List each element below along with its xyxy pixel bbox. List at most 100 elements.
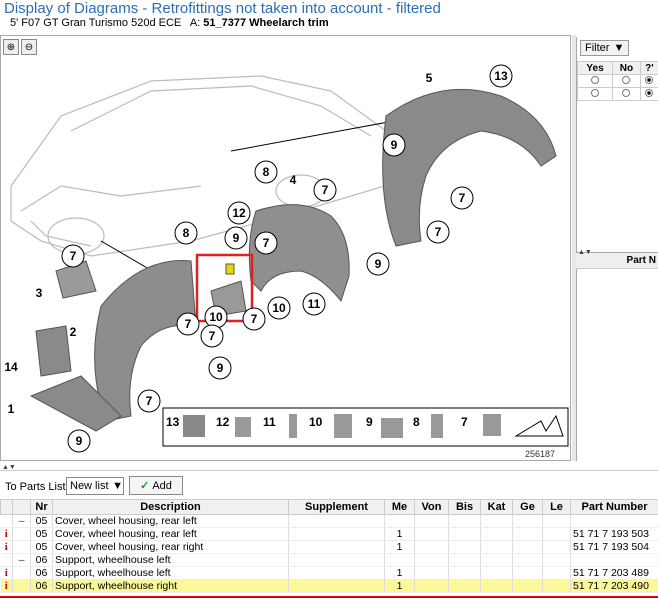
col-von[interactable]: Von: [414, 499, 449, 515]
callout[interactable]: 9: [208, 356, 232, 380]
col-bis[interactable]: Bis: [448, 499, 481, 515]
col-ge[interactable]: Ge: [512, 499, 543, 515]
callout-label[interactable]: 1: [8, 402, 15, 416]
callout[interactable]: 13: [489, 64, 513, 88]
callout-label[interactable]: 2: [70, 325, 77, 339]
row-me: [384, 553, 415, 567]
table-row[interactable]: – 05 Cover, wheel housing, rear left: [0, 514, 658, 528]
filter-button[interactable]: Filter ▼: [580, 40, 630, 56]
svg-text:7: 7: [209, 329, 216, 343]
callout[interactable]: 10: [267, 296, 291, 320]
row-me: 1: [384, 579, 415, 593]
col-me[interactable]: Me: [384, 499, 415, 515]
row-description: Cover, wheel housing, rear left: [52, 527, 289, 541]
group-prefix: A:: [189, 17, 201, 29]
col-kat[interactable]: Kat: [480, 499, 513, 515]
row-nr: 06: [30, 566, 53, 580]
col-part-number[interactable]: Part Number: [570, 499, 658, 515]
info-icon[interactable]: i: [0, 527, 13, 541]
row-supplement: [288, 540, 385, 554]
svg-text:13: 13: [494, 69, 508, 83]
callout[interactable]: 7: [137, 389, 161, 413]
to-parts-list-label: To Parts List: [5, 481, 66, 493]
callout[interactable]: 7: [61, 244, 85, 268]
row-nr: 05: [30, 514, 53, 528]
svg-text:7: 7: [185, 317, 192, 331]
filter-col-yes: Yes: [576, 61, 614, 75]
collapse-toggle[interactable]: –: [12, 514, 31, 528]
collapse-toggle[interactable]: –: [12, 553, 31, 567]
row-supplement: [288, 566, 385, 580]
callout[interactable]: 7: [313, 178, 337, 202]
callout[interactable]: 7: [200, 324, 224, 348]
radio-no[interactable]: [622, 88, 631, 97]
svg-text:7: 7: [263, 236, 270, 250]
svg-text:9: 9: [375, 257, 382, 271]
radio-no[interactable]: [622, 75, 631, 84]
callout[interactable]: 9: [67, 429, 91, 453]
radio-unknown[interactable]: [645, 75, 654, 84]
svg-text:9: 9: [391, 138, 398, 152]
table-row[interactable]: i 05 Cover, wheel housing, rear right 1 …: [0, 540, 658, 554]
info-icon[interactable]: [0, 514, 13, 528]
callout[interactable]: 7: [254, 231, 278, 255]
parts-list-value: New list: [70, 480, 109, 492]
row-supplement: [288, 553, 385, 567]
callout[interactable]: 7: [242, 307, 266, 331]
row-supplement: [288, 527, 385, 541]
callout[interactable]: 9: [366, 252, 390, 276]
row-supplement: [288, 514, 385, 528]
fastener-legend: 13 12 11 10 9 8 7: [162, 407, 569, 447]
callout-label[interactable]: 3: [36, 286, 43, 300]
info-icon[interactable]: i: [0, 579, 13, 593]
filter-col-unknown: ?': [639, 61, 658, 75]
svg-text:10: 10: [209, 310, 223, 324]
info-icon[interactable]: i: [0, 540, 13, 554]
collapse-toggle[interactable]: [12, 540, 31, 554]
collapse-arrows-icon[interactable]: ▲▼: [2, 464, 16, 471]
col-description[interactable]: Description: [52, 499, 289, 515]
add-button[interactable]: ✓ Add: [129, 476, 183, 495]
table-row-selected[interactable]: i 06 Support, wheelhouse right 1 51 71 7…: [0, 579, 658, 593]
diagram-pane[interactable]: ⊕ ⊖ 13 5 9 7 8 4 7 12 9 7 8 7 3 2 14 1 7…: [0, 35, 571, 461]
parts-table: Nr Description Supplement Me Von Bis Kat…: [0, 499, 658, 593]
parts-list-select[interactable]: New list ▼: [66, 477, 124, 495]
info-icon[interactable]: i: [0, 566, 13, 580]
callout[interactable]: 7: [426, 220, 450, 244]
collapse-toggle[interactable]: [12, 566, 31, 580]
collapse-arrows-icon[interactable]: ▲▼: [578, 249, 592, 256]
callout[interactable]: 11: [302, 292, 326, 316]
legend-label: 13: [166, 415, 180, 429]
callout[interactable]: 7: [450, 186, 474, 210]
table-row[interactable]: – 06 Support, wheelhouse left: [0, 553, 658, 567]
callout-label[interactable]: 5: [426, 71, 433, 85]
col-nr[interactable]: Nr: [30, 499, 53, 515]
collapse-toggle[interactable]: [12, 527, 31, 541]
radio-unknown[interactable]: [645, 88, 654, 97]
callout[interactable]: 10: [204, 305, 228, 329]
col-supplement[interactable]: Supplement: [288, 499, 385, 515]
callout[interactable]: 8: [254, 160, 278, 184]
legend-label: 8: [413, 415, 420, 429]
highlight-marker: [225, 263, 235, 275]
legend-label: 12: [216, 415, 230, 429]
callout[interactable]: 9: [224, 226, 248, 250]
collapse-toggle[interactable]: [12, 579, 31, 593]
table-row[interactable]: i 06 Support, wheelhouse left 1 51 71 7 …: [0, 566, 658, 580]
dropdown-arrow-icon: ▼: [112, 480, 123, 492]
radio-yes[interactable]: [591, 88, 600, 97]
checkmark-icon: ✓: [140, 480, 150, 492]
legend-label: 10: [309, 415, 323, 429]
callout-label[interactable]: 4: [290, 173, 297, 187]
info-icon[interactable]: [0, 553, 13, 567]
callout[interactable]: 9: [382, 133, 406, 157]
col-le[interactable]: Le: [542, 499, 571, 515]
callout[interactable]: 8: [174, 221, 198, 245]
callout[interactable]: 7: [176, 312, 200, 336]
row-description: Support, wheelhouse left: [52, 566, 289, 580]
callout[interactable]: 12: [227, 201, 251, 225]
callout-label[interactable]: 14: [4, 360, 18, 374]
filter-table: Yes No ?': [576, 61, 658, 101]
radio-yes[interactable]: [591, 75, 600, 84]
table-row[interactable]: i 05 Cover, wheel housing, rear left 1 5…: [0, 527, 658, 541]
